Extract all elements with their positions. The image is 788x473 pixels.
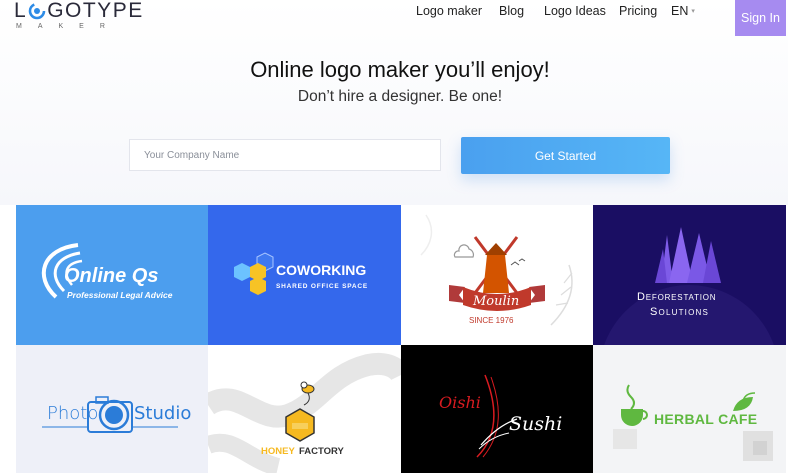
tile-left-text: Photo xyxy=(47,403,99,424)
logo-tile-online-qs[interactable]: Online Qs Professional Legal Advice xyxy=(16,205,208,345)
chopsticks-icon xyxy=(476,374,518,458)
tile-title: HERBAL CAFE xyxy=(654,411,758,427)
tile-right-text: Studio xyxy=(134,403,192,424)
tile-title: Moulin xyxy=(473,294,520,309)
tile-subtitle: Solutions xyxy=(650,306,710,318)
company-name-input[interactable] xyxy=(129,139,441,171)
hero-title: Online logo maker you’ll enjoy! xyxy=(250,57,550,82)
logo-tile-honey-factory[interactable]: HONEY FACTORY xyxy=(208,345,401,473)
logo-tagline: MAKER xyxy=(16,23,121,30)
logo-tile-herbal-cafe[interactable]: HERBAL CAFE xyxy=(593,345,786,473)
tea-cup-icon xyxy=(613,384,773,461)
tile-subtitle: SHARED OFFICE SPACE xyxy=(276,283,369,290)
pine-tree-icon xyxy=(604,227,774,345)
tile-word-factory: FACTORY xyxy=(299,446,344,457)
tile-title: Online Qs xyxy=(64,265,159,287)
swirl-logo-icon xyxy=(28,2,46,20)
tile-word-oishi: Oishi xyxy=(439,393,481,412)
tile-word-honey: HONEY xyxy=(261,446,295,457)
nav-logo-ideas[interactable]: Logo Ideas xyxy=(544,4,606,18)
logo-letter: L xyxy=(14,0,28,22)
language-selector[interactable]: EN ▾ xyxy=(671,4,695,18)
nav-logo-maker[interactable]: Logo maker xyxy=(416,4,482,18)
tile-word-sushi: Sushi xyxy=(509,413,563,435)
tile-subtitle: Professional Legal Advice xyxy=(67,290,173,300)
tile-title: Deforestation xyxy=(637,291,717,303)
hero-subtitle: Don’t hire a designer. Be one! xyxy=(297,88,503,105)
logo-letters: GOTYPE xyxy=(47,0,144,22)
logo-tile-deforestation[interactable]: Deforestation Solutions xyxy=(593,205,786,345)
chevron-down-icon: ▾ xyxy=(691,8,695,15)
logo-tile-coworking[interactable]: COWORKING SHARED OFFICE SPACE xyxy=(208,205,401,345)
language-label: EN xyxy=(671,4,689,18)
tile-title: COWORKING xyxy=(276,262,367,278)
tile-subtitle: SINCE 1976 xyxy=(469,316,514,325)
logo-tile-oishi-sushi[interactable]: Oishi Sushi xyxy=(401,345,593,473)
get-started-button[interactable]: Get Started xyxy=(461,137,670,174)
logo-tile-photo-studio[interactable]: Photo Studio xyxy=(16,345,208,473)
nav-blog[interactable]: Blog xyxy=(499,4,524,18)
logo-wordmark: L GOTYPE xyxy=(14,0,144,22)
sign-in-button[interactable]: Sign In xyxy=(735,0,786,36)
nav-pricing[interactable]: Pricing xyxy=(619,4,657,18)
logo-tile-moulin[interactable]: Moulin SINCE 1976 xyxy=(401,205,593,345)
brand-logo[interactable]: L GOTYPE MAKER xyxy=(14,0,144,30)
